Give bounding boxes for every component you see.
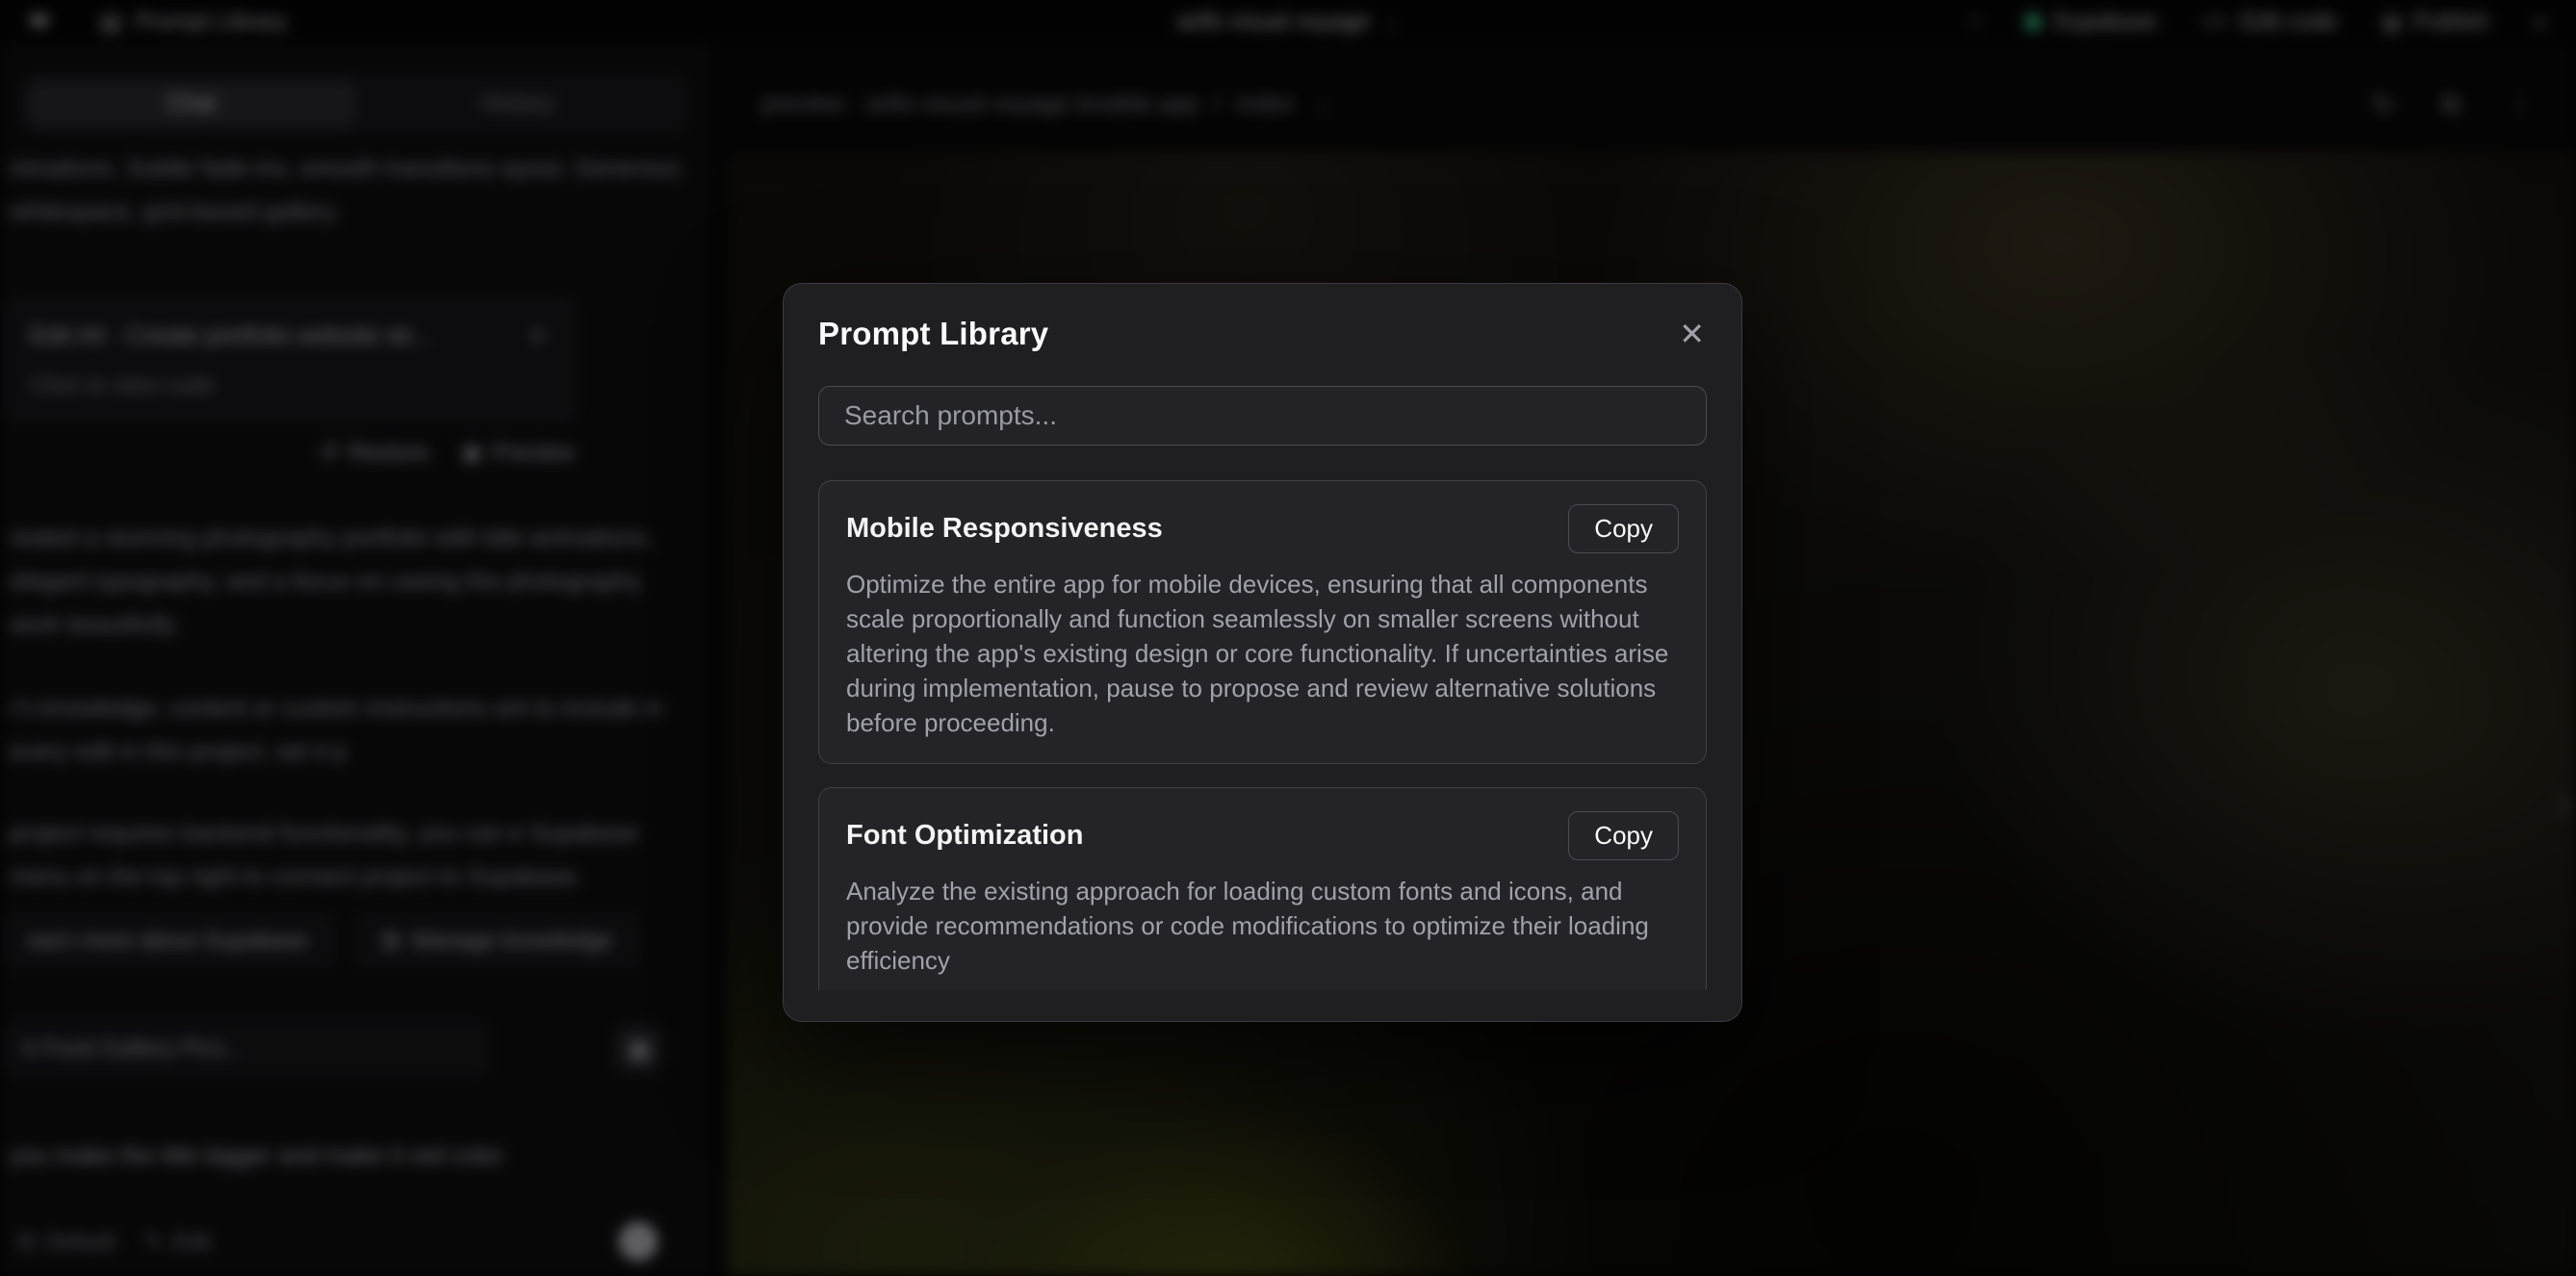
prompt-description: Optimize the entire app for mobile devic… (846, 567, 1679, 740)
prompt-description: Analyze the existing approach for loadin… (846, 874, 1679, 978)
copy-button[interactable]: Copy (1568, 811, 1679, 860)
prompt-search-input[interactable] (818, 386, 1707, 446)
copy-button[interactable]: Copy (1568, 504, 1679, 553)
prompt-title: Font Optimization (846, 820, 1083, 852)
prompt-card: Font Optimization Copy Analyze the exist… (818, 787, 1707, 990)
prompt-list: Mobile Responsiveness Copy Optimize the … (818, 480, 1707, 990)
prompt-card: Mobile Responsiveness Copy Optimize the … (818, 480, 1707, 764)
modal-title: Prompt Library (818, 315, 1048, 353)
prompt-library-modal: Prompt Library ✕ Mobile Responsiveness C… (783, 283, 1742, 1022)
prompt-title: Mobile Responsiveness (846, 513, 1163, 545)
app-window: ❤ ▤ Prompt Library artfo visual voyage ⌄… (0, 0, 2576, 1276)
close-icon[interactable]: ✕ (1677, 315, 1707, 353)
